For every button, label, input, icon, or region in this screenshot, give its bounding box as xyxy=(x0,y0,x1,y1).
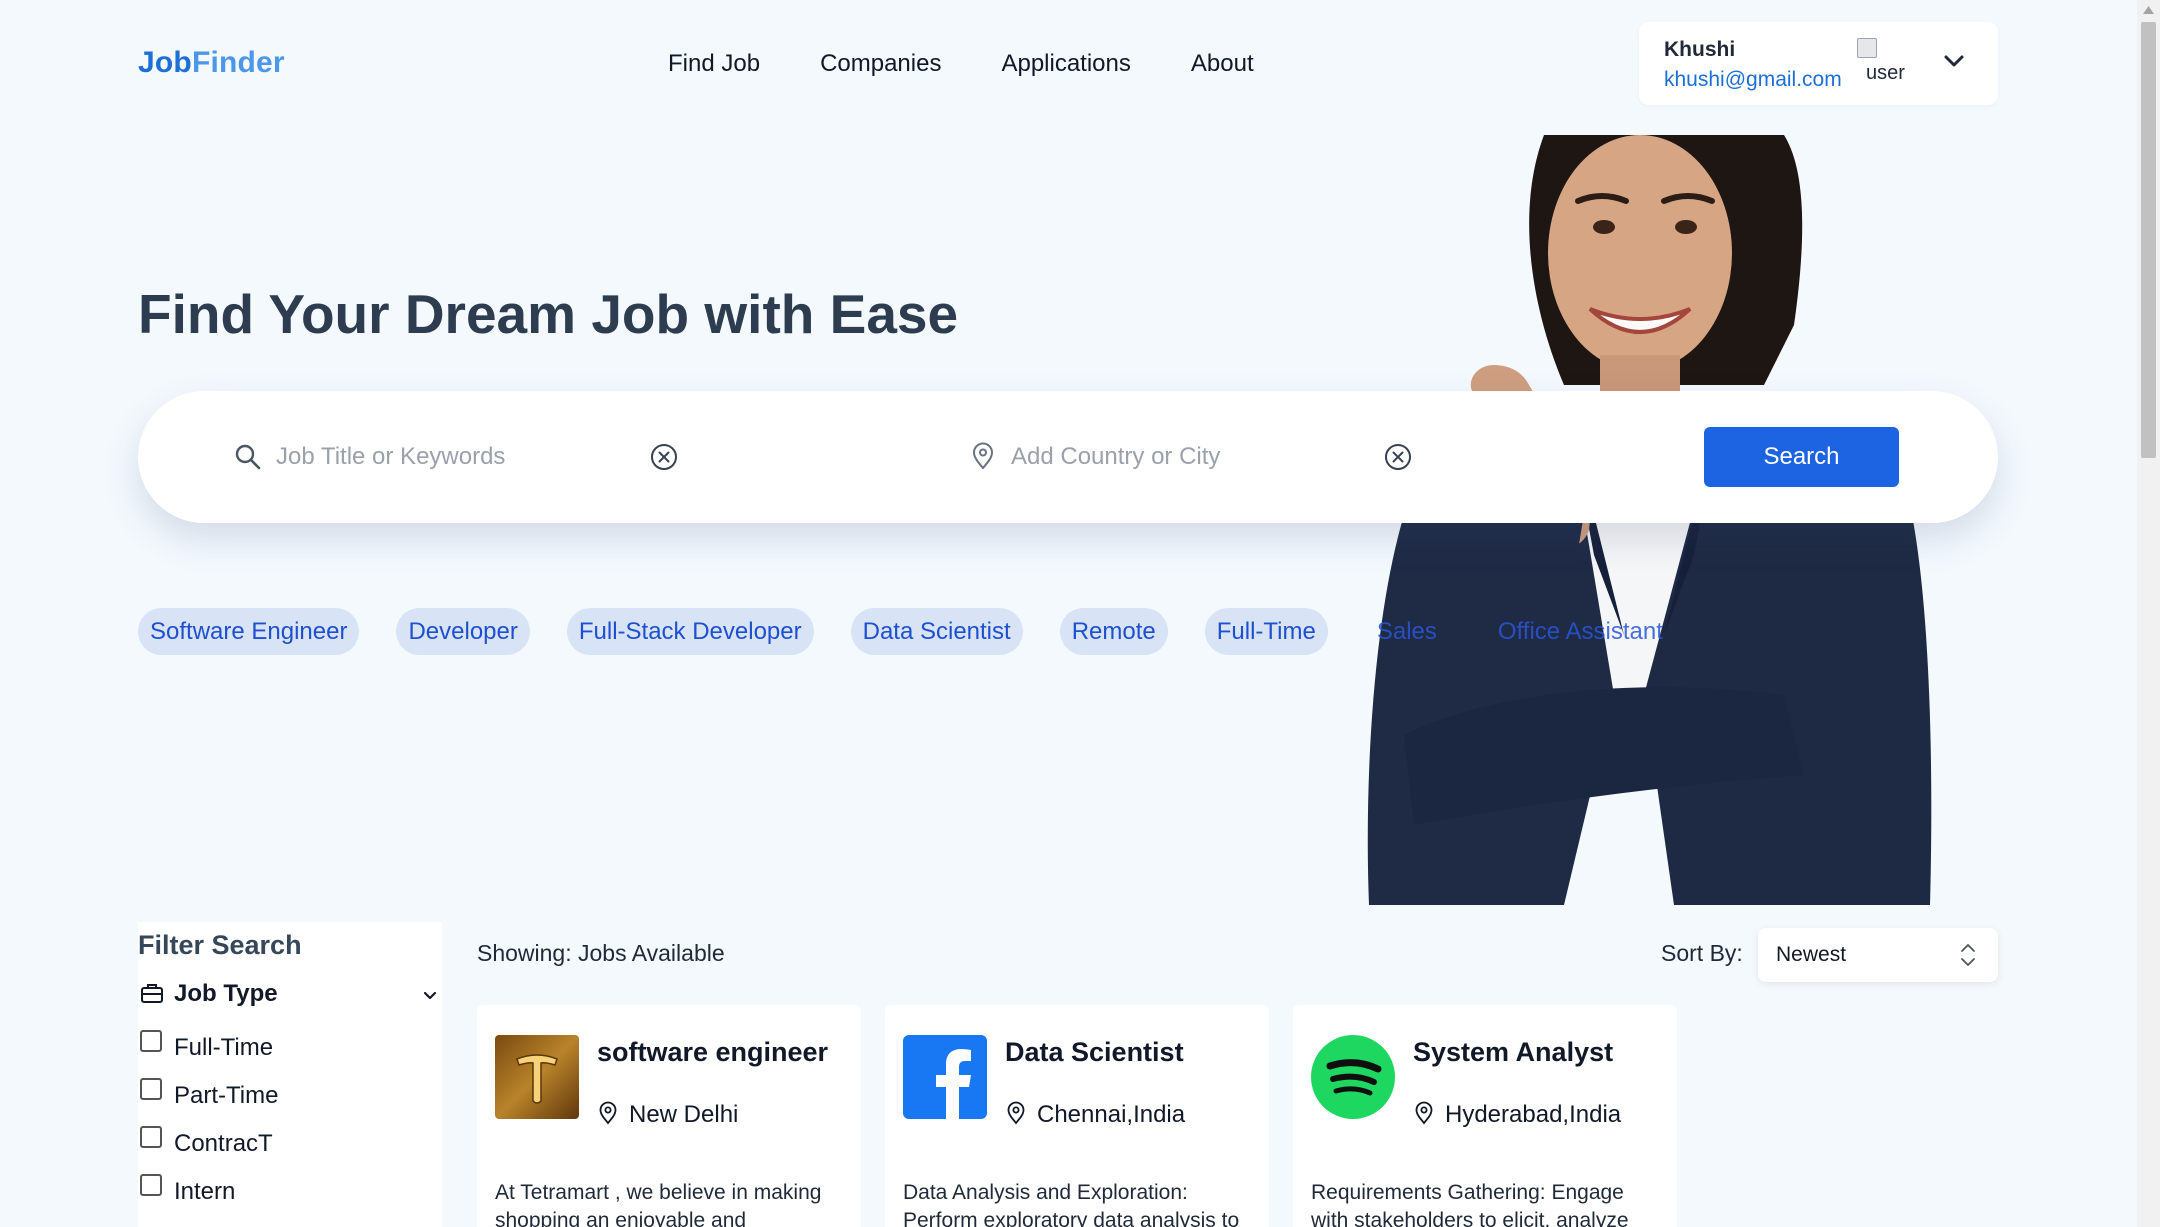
tetramart-logo-icon xyxy=(495,1035,579,1119)
nav-find-job[interactable]: Find Job xyxy=(668,50,760,78)
job-location: New Delhi xyxy=(629,1101,739,1128)
job-location: Hyderabad,India xyxy=(1445,1101,1622,1128)
filter-option-contract[interactable]: ContracT xyxy=(138,1126,418,1158)
clear-location-icon[interactable] xyxy=(1384,443,1412,471)
logo[interactable]: JobFinder xyxy=(138,46,285,80)
chevron-down-icon[interactable] xyxy=(1939,46,1969,76)
checkbox[interactable] xyxy=(140,1126,162,1148)
sort-value: Newest xyxy=(1776,943,1847,966)
updown-chevron-icon xyxy=(1961,944,1975,966)
facebook-logo-icon xyxy=(903,1035,987,1119)
logo-text-finder: Finder xyxy=(191,46,285,79)
keyword-search-input[interactable] xyxy=(276,435,636,479)
location-pin-icon xyxy=(599,1101,617,1125)
job-location: Chennai,India xyxy=(1037,1101,1186,1128)
job-title: Data Scientist xyxy=(1005,1037,1184,1067)
filter-title: Filter Search xyxy=(138,930,302,960)
tag-data-scientist[interactable]: Data Scientist xyxy=(850,608,1023,655)
avatar[interactable]: user xyxy=(1857,36,1913,92)
filter-option-label: Intern xyxy=(174,1178,236,1205)
clear-keyword-icon[interactable] xyxy=(650,443,678,471)
tag-remote[interactable]: Remote xyxy=(1059,608,1168,655)
spotify-logo-icon xyxy=(1311,1035,1395,1119)
tag-full-time[interactable]: Full-Time xyxy=(1204,608,1328,655)
job-title: System Analyst xyxy=(1413,1037,1614,1067)
location-search-input[interactable] xyxy=(1011,435,1371,479)
filter-option-intern[interactable]: Intern xyxy=(138,1174,418,1206)
sort-label: Sort By: xyxy=(1661,940,1743,966)
job-card[interactable]: software engineer New Delhi At Tetramart… xyxy=(477,1005,861,1227)
user-name: Khushi xyxy=(1664,38,1736,61)
tag-office-assistant[interactable]: Office Assistant xyxy=(1486,608,1675,655)
job-title: software engineer xyxy=(597,1037,829,1067)
logo-text-job: Job xyxy=(138,46,192,79)
scrollbar[interactable] xyxy=(2137,0,2160,1227)
user-email: khushi@gmail.com xyxy=(1664,68,1842,91)
chevron-down-icon[interactable] xyxy=(421,986,439,1004)
main-nav: Find Job Companies Applications About xyxy=(668,50,1254,78)
checkbox[interactable] xyxy=(140,1174,162,1196)
scrollbar-thumb[interactable] xyxy=(2141,22,2156,458)
location-pin-icon xyxy=(1415,1101,1433,1125)
search-button[interactable]: Search xyxy=(1704,427,1899,487)
job-type-toggle[interactable]: Job Type xyxy=(138,978,442,1012)
tag-software-engineer[interactable]: Software Engineer xyxy=(138,608,360,655)
avatar-alt-text: user xyxy=(1866,62,1905,84)
nav-about[interactable]: About xyxy=(1191,50,1254,78)
briefcase-icon xyxy=(141,984,163,1003)
filter-option-part-time[interactable]: Part-Time xyxy=(138,1078,418,1110)
scroll-up-arrow-icon[interactable] xyxy=(2143,6,2154,14)
results-count-text: Showing: Jobs Available xyxy=(477,940,725,966)
job-description: Data Analysis and Exploration: Perform e… xyxy=(903,1181,1240,1227)
tag-sales[interactable]: Sales xyxy=(1365,608,1449,655)
job-card[interactable]: System Analyst Hyderabad,India Requireme… xyxy=(1293,1005,1677,1227)
checkbox[interactable] xyxy=(140,1078,162,1100)
checkbox[interactable] xyxy=(140,1030,162,1052)
job-description: Requirements Gathering: Engage with stak… xyxy=(1311,1181,1629,1227)
nav-companies[interactable]: Companies xyxy=(820,50,941,78)
page-title: Find Your Dream Job with Ease xyxy=(138,283,959,345)
filter-option-label: Part-Time xyxy=(174,1082,279,1109)
job-card[interactable]: Data Scientist Chennai,India Data Analys… xyxy=(885,1005,1269,1227)
user-menu[interactable]: Khushi khushi@gmail.com user xyxy=(1639,22,1998,105)
location-pin-icon xyxy=(972,442,994,470)
broken-image-icon xyxy=(1857,38,1877,58)
quick-tags: Software Engineer Developer Full-Stack D… xyxy=(138,608,1675,655)
nav-applications[interactable]: Applications xyxy=(1001,50,1130,78)
filter-option-label: ContracT xyxy=(174,1130,273,1157)
tag-full-stack-developer[interactable]: Full-Stack Developer xyxy=(566,608,814,655)
filter-panel: Filter Search Job Type Full-Time Part-Ti… xyxy=(138,922,442,1227)
job-type-label: Job Type xyxy=(174,980,278,1007)
job-description: At Tetramart , we believe in making shop… xyxy=(495,1181,822,1227)
location-pin-icon xyxy=(1007,1101,1025,1125)
sort-select[interactable]: Newest xyxy=(1758,928,1998,982)
search-bar: Search xyxy=(138,391,1998,523)
filter-option-label: Full-Time xyxy=(174,1034,274,1061)
filter-option-full-time[interactable]: Full-Time xyxy=(138,1030,418,1062)
search-icon xyxy=(235,444,261,470)
tag-developer[interactable]: Developer xyxy=(396,608,530,655)
